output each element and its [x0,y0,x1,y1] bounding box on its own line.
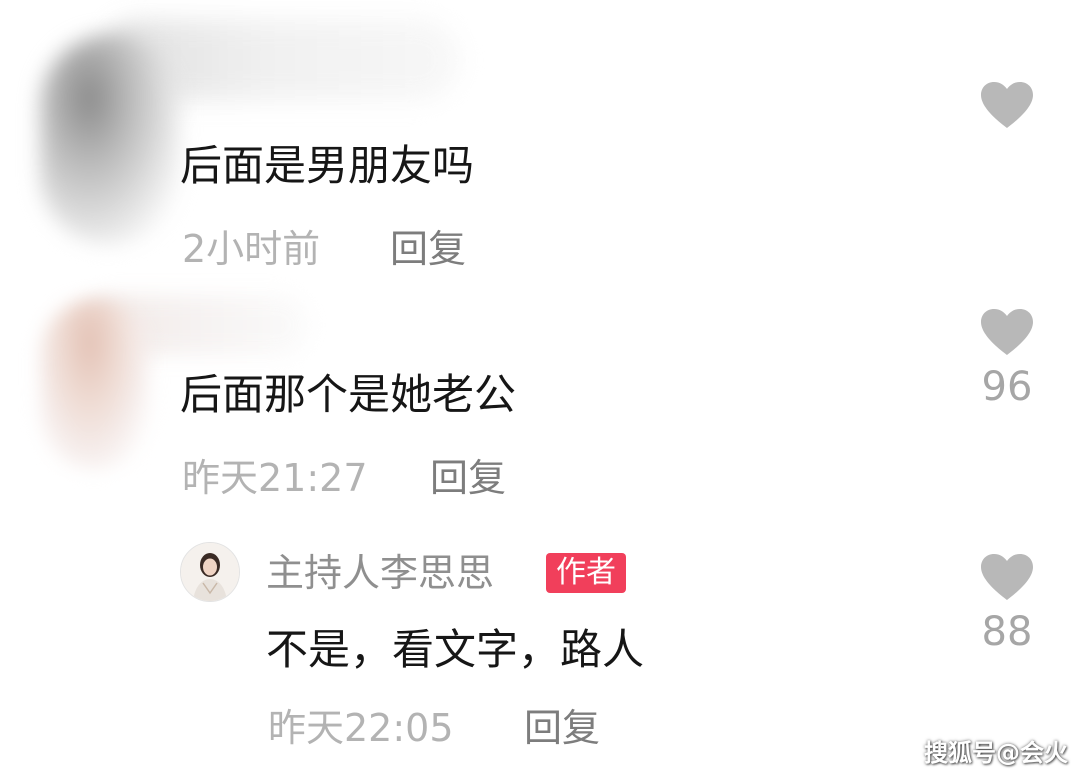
comment-text: 后面那个是她老公 [180,370,517,419]
reply-button[interactable]: 回复 [390,226,466,272]
avatar-image [181,543,239,601]
like-button[interactable] [979,307,1035,361]
reply-button[interactable]: 回复 [430,455,506,501]
author-username[interactable]: 主持人李思思 [266,550,494,596]
like-count: 88 [981,609,1033,655]
reply-time: 昨天22:05 [268,706,454,750]
blurred-avatar[interactable] [40,300,150,470]
reply-text: 不是，看文字，路人 [266,625,645,674]
like-count: 96 [981,364,1033,410]
reply-button[interactable]: 回复 [524,705,600,751]
comment-time: 昨天21:27 [182,456,368,500]
watermark: 搜狐号@会火 [924,739,1068,767]
heart-icon [981,309,1033,355]
like-button[interactable] [979,552,1035,606]
comment-time: 2小时前 [182,227,321,271]
like-button[interactable] [979,80,1035,134]
blurred-avatar[interactable] [40,35,180,245]
heart-icon [981,82,1033,128]
author-avatar[interactable] [180,542,240,602]
heart-icon [981,554,1033,600]
comment-text: 后面是男朋友吗 [180,141,475,190]
author-badge: 作者 [546,553,626,593]
